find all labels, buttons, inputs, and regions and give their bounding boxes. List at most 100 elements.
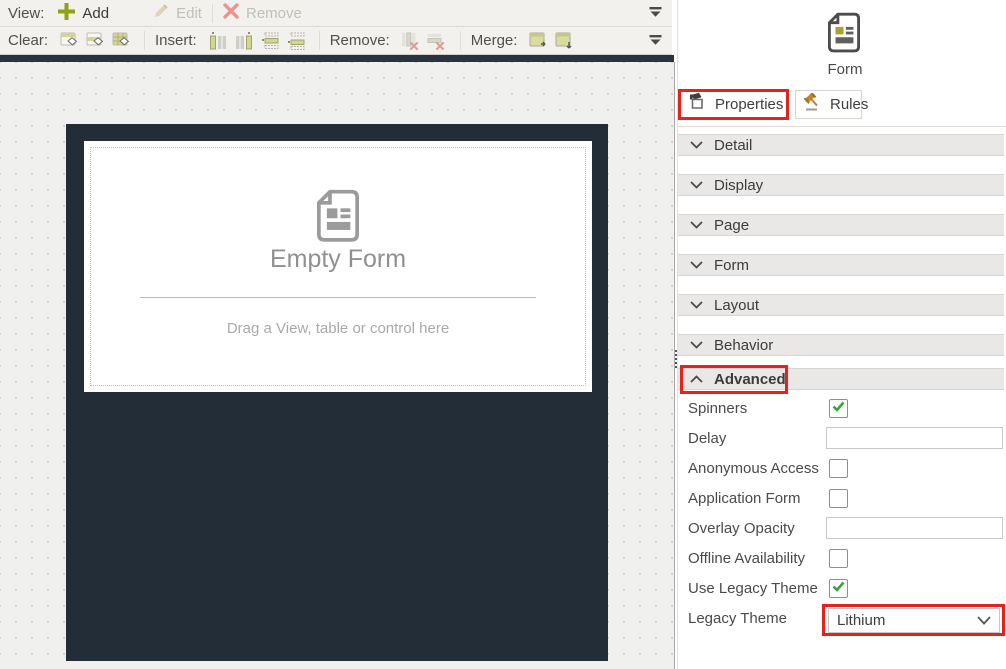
remove-group-label: Remove: [330,32,390,49]
section-behavior[interactable]: Behavior [678,334,1004,356]
toolbar-separator [212,4,213,23]
prop-label: Application Form [688,490,801,507]
row-application-form: Application Form [678,483,1004,513]
section-detail[interactable]: Detail [678,134,1004,156]
merge-right-icon [529,32,548,50]
toolbar-overflow-icon[interactable] [649,4,662,22]
empty-form-title: Empty Form [84,245,592,274]
offline-availability-checkbox[interactable] [829,549,848,568]
toolbar-separator [144,31,145,50]
merge-right-button[interactable] [527,30,549,52]
clear-group-label: Clear: [8,32,48,49]
use-legacy-theme-checkbox[interactable] [829,579,848,598]
chevron-down-icon [690,336,703,354]
section-label: Behavior [714,337,773,354]
tab-properties[interactable]: Properties [678,89,789,120]
merge-group-label: Merge: [471,32,518,49]
section-form[interactable]: Form [678,254,1004,276]
remove-row-icon [427,32,446,50]
design-canvas[interactable]: Empty Form Drag a View, table or control… [0,62,675,669]
view-toolbar: View: Add Edit Remove [0,0,672,27]
tab-properties-label: Properties [715,96,783,113]
clear-cell-button[interactable] [58,30,80,52]
insert-column-left-button[interactable] [207,30,229,52]
section-label: Form [714,257,749,274]
form-object-label: Form [797,61,893,78]
section-label: Layout [714,297,759,314]
add-view-label: Add [82,5,109,22]
prop-label: Anonymous Access [688,460,819,477]
prop-label: Delay [688,430,726,447]
chevron-down-icon [690,136,703,154]
clear-row-icon [86,32,105,49]
gavel-icon [803,93,823,117]
card-divider [140,297,536,298]
merge-down-button[interactable] [553,30,575,52]
add-view-button[interactable]: Add [58,3,109,24]
remove-column-button[interactable] [400,30,422,52]
application-form-checkbox[interactable] [829,489,848,508]
section-display[interactable]: Display [678,174,1004,196]
prop-label: Legacy Theme [688,610,787,627]
form-stage[interactable]: Empty Form Drag a View, table or control… [66,124,608,661]
insert-column-right-icon [235,32,253,50]
row-spinners: Spinners [678,393,1004,423]
anonymous-access-checkbox[interactable] [829,459,848,478]
edit-view-label: Edit [176,5,202,22]
overlay-opacity-input[interactable] [826,517,1003,539]
check-icon [832,579,845,597]
pencil-icon [153,3,169,23]
remove-row-button[interactable] [426,30,448,52]
delay-input[interactable] [826,427,1003,449]
row-delay: Delay [678,423,1004,453]
row-legacy-theme: Legacy Theme Lithium [678,603,1004,633]
row-offline-availability: Offline Availability [678,543,1004,573]
tab-rules-label: Rules [830,96,868,113]
prop-label: Offline Availability [688,550,805,567]
section-page[interactable]: Page [678,214,1004,236]
empty-form-dropzone[interactable]: Empty Form Drag a View, table or control… [84,141,592,392]
properties-tag-icon [688,92,708,117]
insert-row-above-button[interactable] [259,30,281,52]
prop-label: Spinners [688,400,747,417]
check-icon [832,399,845,417]
legacy-theme-select[interactable]: Lithium [828,608,1000,633]
legacy-theme-value: Lithium [837,612,885,629]
clear-table-icon [112,32,131,49]
chevron-down-icon [690,256,703,274]
tabs-underline [678,126,1006,127]
drop-hint-text: Drag a View, table or control here [84,320,592,337]
chevron-down-icon [690,296,703,314]
section-layout[interactable]: Layout [678,294,1004,316]
add-plus-icon [58,3,75,24]
insert-row-above-icon [261,32,279,50]
remove-column-icon [401,32,420,50]
remove-view-button[interactable]: Remove [223,3,302,23]
form-document-icon [317,189,359,250]
section-label: Page [714,217,749,234]
chevron-down-icon [690,216,703,234]
properties-panel: Form Properties Rules Detail Display Pag… [677,0,1006,669]
insert-row-below-button[interactable] [285,30,307,52]
toolbar-overflow-icon[interactable] [649,32,662,50]
prop-label: Use Legacy Theme [688,580,818,597]
merge-down-icon [555,32,574,50]
form-object-icon [828,12,860,60]
section-label: Display [714,177,763,194]
chevron-down-icon [690,176,703,194]
insert-row-below-icon [287,32,305,50]
spinners-checkbox[interactable] [829,399,848,418]
clear-row-button[interactable] [84,30,106,52]
insert-column-right-button[interactable] [233,30,255,52]
toolbar-separator [319,31,320,50]
clear-table-button[interactable] [110,30,132,52]
row-anonymous-access: Anonymous Access [678,453,1004,483]
chevron-up-icon [690,370,703,388]
chevron-down-icon [977,612,991,629]
section-advanced[interactable]: Advanced [678,368,1004,390]
edit-view-button[interactable]: Edit [153,3,202,23]
tab-rules[interactable]: Rules [795,90,862,119]
clear-cell-icon [60,32,79,49]
remove-view-label: Remove [246,5,302,22]
prop-label: Overlay Opacity [688,520,795,537]
